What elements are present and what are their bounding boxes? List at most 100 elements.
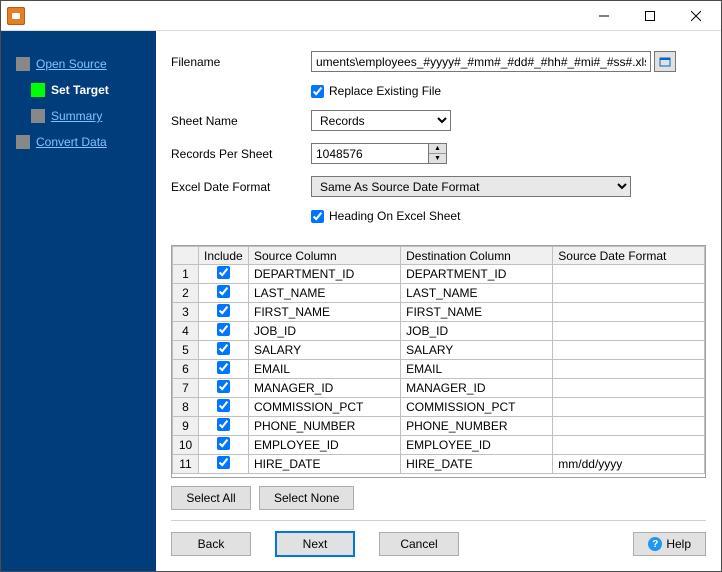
include-checkbox[interactable] [217, 418, 230, 431]
include-cell[interactable] [199, 341, 249, 360]
include-cell[interactable] [199, 303, 249, 322]
select-none-button[interactable]: Select None [259, 486, 354, 510]
nav-convert-data[interactable]: Convert Data [1, 129, 156, 155]
table-row[interactable]: 4JOB_IDJOB_ID [173, 322, 705, 341]
date-format-cell[interactable] [553, 398, 705, 417]
include-checkbox[interactable] [217, 361, 230, 374]
minimize-button[interactable] [581, 1, 627, 30]
dest-column-cell[interactable]: COMMISSION_PCT [401, 398, 553, 417]
columns-table-wrap: Include Source Column Destination Column… [171, 245, 706, 478]
header-dest[interactable]: Destination Column [401, 247, 553, 265]
include-cell[interactable] [199, 284, 249, 303]
table-row[interactable]: 2LAST_NAMELAST_NAME [173, 284, 705, 303]
include-checkbox[interactable] [217, 285, 230, 298]
back-button[interactable]: Back [171, 532, 251, 556]
include-checkbox[interactable] [217, 266, 230, 279]
replace-existing-checkbox[interactable] [311, 85, 324, 98]
table-row[interactable]: 10EMPLOYEE_IDEMPLOYEE_ID [173, 436, 705, 455]
footer: Back Next Cancel ? Help [171, 520, 706, 561]
nav-open-source[interactable]: Open Source [1, 51, 156, 77]
date-format-cell[interactable] [553, 360, 705, 379]
date-format-select[interactable]: Same As Source Date Format [311, 176, 631, 197]
source-column-cell[interactable]: EMPLOYEE_ID [249, 436, 401, 455]
include-checkbox[interactable] [217, 399, 230, 412]
cancel-button[interactable]: Cancel [379, 532, 459, 556]
include-cell[interactable] [199, 322, 249, 341]
source-column-cell[interactable]: PHONE_NUMBER [249, 417, 401, 436]
body: Open Source Set Target Summary Convert D… [1, 31, 721, 571]
row-number: 6 [173, 360, 199, 379]
include-cell[interactable] [199, 398, 249, 417]
browse-button[interactable] [654, 51, 676, 72]
include-cell[interactable] [199, 417, 249, 436]
header-datefmt[interactable]: Source Date Format [553, 247, 705, 265]
source-column-cell[interactable]: FIRST_NAME [249, 303, 401, 322]
include-checkbox[interactable] [217, 304, 230, 317]
include-checkbox[interactable] [217, 437, 230, 450]
header-rownum [173, 247, 199, 265]
date-format-cell[interactable] [553, 303, 705, 322]
spinner-down[interactable]: ▼ [429, 154, 446, 163]
header-include[interactable]: Include [199, 247, 249, 265]
select-all-button[interactable]: Select All [171, 486, 251, 510]
include-checkbox[interactable] [217, 456, 230, 469]
dest-column-cell[interactable]: JOB_ID [401, 322, 553, 341]
close-button[interactable] [673, 1, 719, 30]
date-format-cell[interactable] [553, 379, 705, 398]
header-source[interactable]: Source Column [249, 247, 401, 265]
spinner-up[interactable]: ▲ [429, 144, 446, 154]
date-format-cell[interactable] [553, 341, 705, 360]
nav-set-target[interactable]: Set Target [1, 77, 156, 103]
window-controls [581, 1, 719, 30]
maximize-button[interactable] [627, 1, 673, 30]
dest-column-cell[interactable]: EMPLOYEE_ID [401, 436, 553, 455]
dest-column-cell[interactable]: FIRST_NAME [401, 303, 553, 322]
source-column-cell[interactable]: DEPARTMENT_ID [249, 265, 401, 284]
date-format-cell[interactable] [553, 417, 705, 436]
include-cell[interactable] [199, 436, 249, 455]
table-row[interactable]: 11HIRE_DATEHIRE_DATEmm/dd/yyyy [173, 455, 705, 474]
dest-column-cell[interactable]: EMAIL [401, 360, 553, 379]
date-format-cell[interactable] [553, 436, 705, 455]
source-column-cell[interactable]: HIRE_DATE [249, 455, 401, 474]
source-column-cell[interactable]: MANAGER_ID [249, 379, 401, 398]
date-format-cell[interactable] [553, 284, 705, 303]
source-column-cell[interactable]: COMMISSION_PCT [249, 398, 401, 417]
include-checkbox[interactable] [217, 380, 230, 393]
include-checkbox[interactable] [217, 323, 230, 336]
include-cell[interactable] [199, 379, 249, 398]
filename-input[interactable] [311, 51, 651, 72]
source-column-cell[interactable]: EMAIL [249, 360, 401, 379]
dest-column-cell[interactable]: HIRE_DATE [401, 455, 553, 474]
dest-column-cell[interactable]: SALARY [401, 341, 553, 360]
table-row[interactable]: 3FIRST_NAMEFIRST_NAME [173, 303, 705, 322]
date-format-cell[interactable]: mm/dd/yyyy [553, 455, 705, 474]
dest-column-cell[interactable]: DEPARTMENT_ID [401, 265, 553, 284]
nav-label: Summary [51, 109, 102, 123]
sheet-name-select[interactable]: Records [311, 110, 451, 131]
include-cell[interactable] [199, 360, 249, 379]
dest-column-cell[interactable]: MANAGER_ID [401, 379, 553, 398]
nav-summary[interactable]: Summary [1, 103, 156, 129]
help-icon: ? [648, 537, 662, 551]
source-column-cell[interactable]: JOB_ID [249, 322, 401, 341]
dest-column-cell[interactable]: LAST_NAME [401, 284, 553, 303]
source-column-cell[interactable]: LAST_NAME [249, 284, 401, 303]
heading-on-sheet-checkbox[interactable] [311, 210, 324, 223]
include-checkbox[interactable] [217, 342, 230, 355]
table-row[interactable]: 5SALARYSALARY [173, 341, 705, 360]
table-row[interactable]: 9PHONE_NUMBERPHONE_NUMBER [173, 417, 705, 436]
source-column-cell[interactable]: SALARY [249, 341, 401, 360]
table-row[interactable]: 8COMMISSION_PCTCOMMISSION_PCT [173, 398, 705, 417]
include-cell[interactable] [199, 455, 249, 474]
table-row[interactable]: 7MANAGER_IDMANAGER_ID [173, 379, 705, 398]
include-cell[interactable] [199, 265, 249, 284]
date-format-cell[interactable] [553, 322, 705, 341]
records-per-sheet-input[interactable] [311, 143, 429, 164]
table-row[interactable]: 1DEPARTMENT_IDDEPARTMENT_ID [173, 265, 705, 284]
next-button[interactable]: Next [275, 531, 355, 557]
table-row[interactable]: 6 EMAILEMAIL [173, 360, 705, 379]
date-format-cell[interactable] [553, 265, 705, 284]
help-button[interactable]: ? Help [633, 532, 706, 556]
dest-column-cell[interactable]: PHONE_NUMBER [401, 417, 553, 436]
